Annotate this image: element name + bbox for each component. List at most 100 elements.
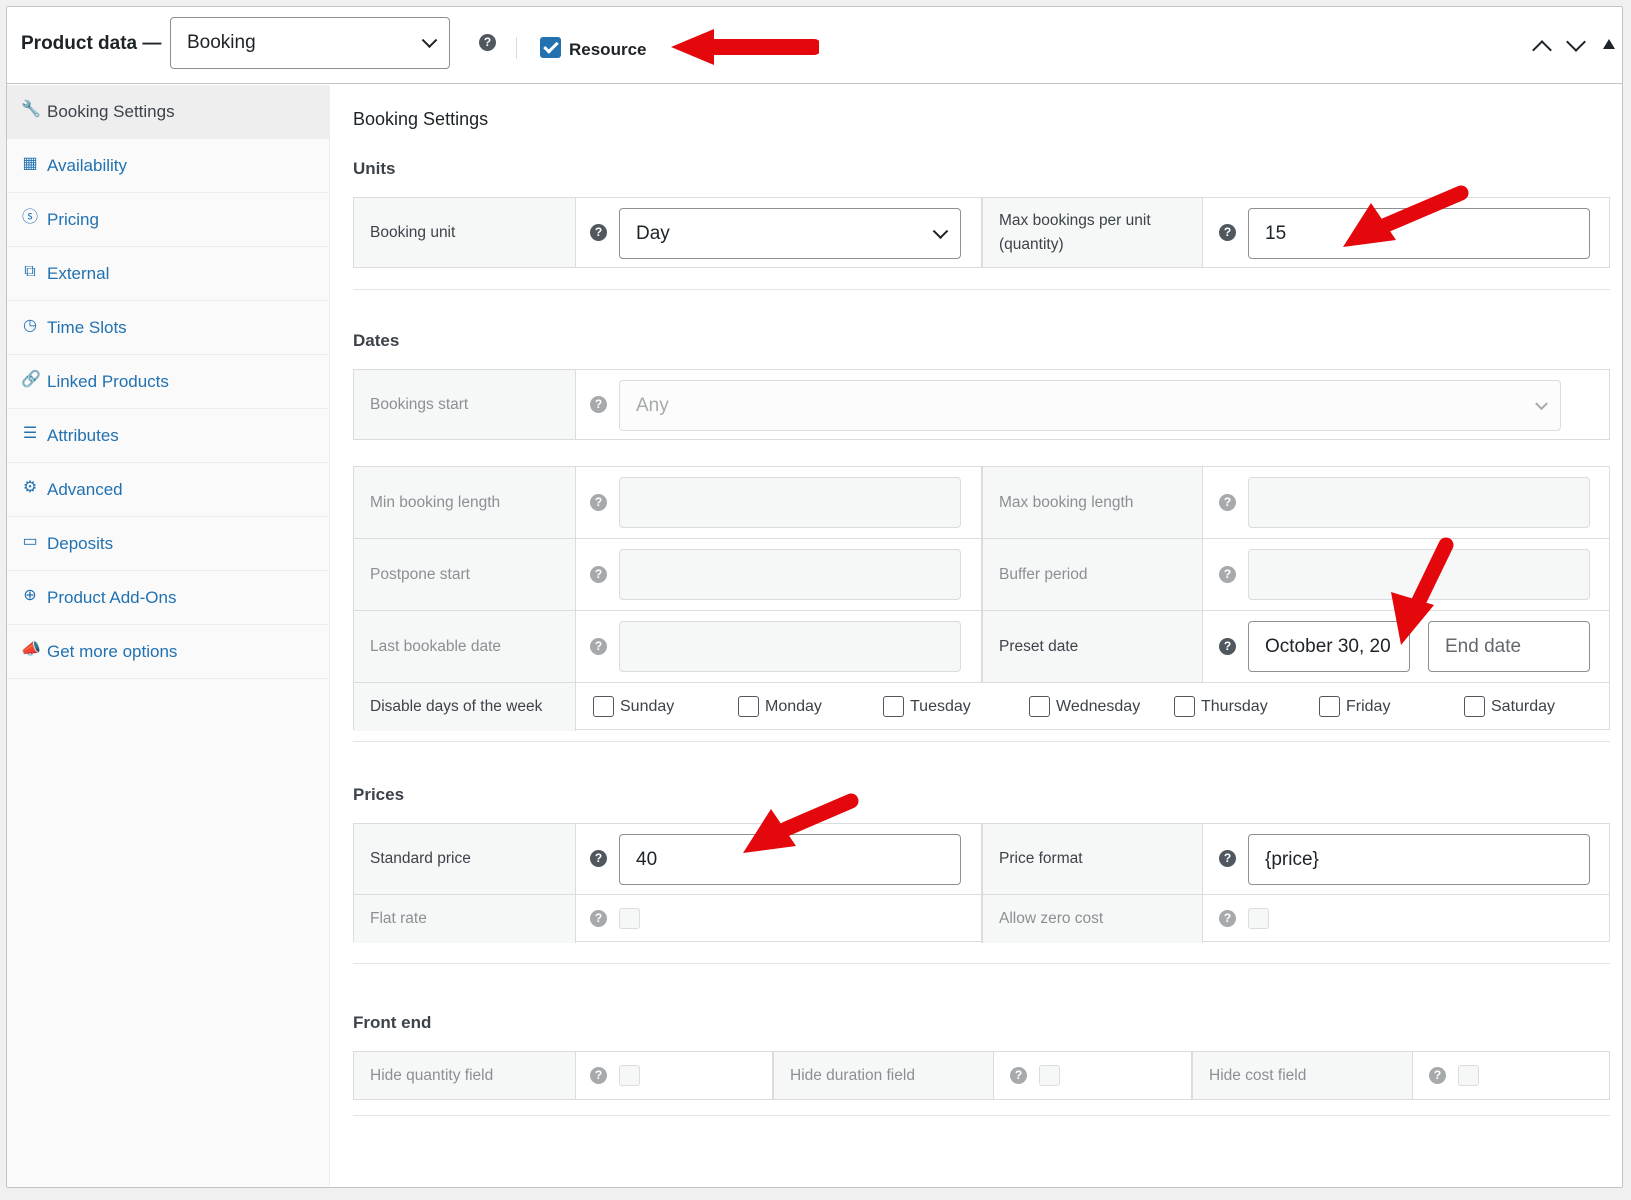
- help-icon[interactable]: ?: [1219, 638, 1236, 655]
- sidebar-item-get-more-options[interactable]: 📣 Get more options: [7, 625, 330, 679]
- hide-quantity-checkbox[interactable]: [619, 1065, 640, 1086]
- help-icon[interactable]: ?: [1429, 1067, 1446, 1084]
- preset-date-label: Preset date: [981, 611, 1203, 682]
- sidebar-item-time-slots[interactable]: ◷ Time Slots: [7, 301, 330, 355]
- resource-checkbox[interactable]: [540, 37, 561, 58]
- bookings-start-grid: Bookings start ? Any: [353, 369, 1610, 440]
- booking-settings-panel: Booking Settings Units Booking unit ? Da…: [331, 85, 1622, 1187]
- sunday-checkbox[interactable]: [593, 696, 614, 717]
- bookings-start-select[interactable]: Any: [619, 380, 1561, 431]
- section-divider: [353, 289, 1610, 290]
- sidebar-item-deposits[interactable]: ▭ Deposits: [7, 517, 330, 571]
- sidebar-item-label: Get more options: [47, 642, 178, 661]
- gear-icon: ⚙: [22, 479, 38, 496]
- sidebar-item-label: Pricing: [47, 210, 99, 229]
- saturday-checkbox[interactable]: [1464, 696, 1485, 717]
- sidebar-item-attributes[interactable]: ☰ Attributes: [7, 409, 330, 463]
- sidebar-item-product-add-ons[interactable]: ⊕ Product Add-Ons: [7, 571, 330, 625]
- help-icon[interactable]: ?: [590, 494, 607, 511]
- sidebar-item-pricing[interactable]: ⓢ Pricing: [7, 193, 330, 247]
- sidebar-item-label: Availability: [47, 156, 128, 175]
- max-booking-length-input[interactable]: [1248, 477, 1590, 528]
- flat-rate-label: Flat rate: [354, 895, 576, 943]
- saturday-label: Saturday: [1491, 698, 1556, 715]
- max-booking-length-label: Max booking length: [981, 467, 1203, 538]
- units-heading: Units: [353, 159, 396, 178]
- thursday-label: Thursday: [1201, 698, 1268, 715]
- move-down-icon[interactable]: [1566, 32, 1586, 52]
- monday-checkbox[interactable]: [738, 696, 759, 717]
- help-icon[interactable]: ?: [590, 1067, 607, 1084]
- product-data-title: Product data —: [21, 33, 162, 54]
- help-icon[interactable]: ?: [1219, 566, 1236, 583]
- help-icon[interactable]: ?: [1010, 1067, 1027, 1084]
- annotation-arrow: [743, 793, 859, 853]
- section-divider: [353, 1115, 1610, 1116]
- bookings-start-label: Bookings start: [354, 370, 576, 439]
- postpone-start-label: Postpone start: [354, 539, 576, 610]
- sidebar-item-label: External: [47, 264, 110, 283]
- hide-duration-checkbox[interactable]: [1039, 1065, 1060, 1086]
- help-icon[interactable]: ?: [590, 566, 607, 583]
- help-icon[interactable]: ?: [590, 638, 607, 655]
- help-icon[interactable]: ?: [479, 34, 496, 51]
- product-type-select[interactable]: Booking: [170, 17, 450, 69]
- prices-heading: Prices: [353, 785, 405, 804]
- tuesday-label: Tuesday: [910, 698, 971, 715]
- sidebar-item-external[interactable]: ⧉ External: [7, 247, 330, 301]
- booking-unit-select[interactable]: Day: [619, 208, 961, 259]
- plus-circle-icon: ⊕: [23, 587, 37, 604]
- resource-label: Resource: [569, 40, 647, 59]
- hide-cost-checkbox[interactable]: [1458, 1065, 1479, 1086]
- flat-zero-row: Flat rate ? Allow zero cost ?: [354, 895, 1609, 943]
- front-end-heading: Front end: [353, 1013, 432, 1032]
- tuesday-checkbox[interactable]: [883, 696, 904, 717]
- sidebar-item-label: Product Add-Ons: [47, 588, 177, 607]
- max-bookings-label: Max bookings per unit (quantity): [981, 198, 1203, 267]
- sunday-label: Sunday: [620, 698, 675, 715]
- header-divider: [516, 37, 517, 59]
- max-bookings-label-line1: Max bookings per unit: [999, 211, 1151, 229]
- sidebar-item-availability[interactable]: ▦ Availability: [7, 139, 330, 193]
- postpone-start-input[interactable]: [619, 549, 961, 600]
- calendar-icon: ▦: [22, 155, 38, 172]
- chevron-down-icon: [1535, 396, 1548, 410]
- product-data-tabs: 🔧 Booking Settings ▦ Availability ⓢ Pric…: [7, 85, 330, 1187]
- price-format-input[interactable]: {price}: [1248, 834, 1590, 885]
- min-booking-length-input[interactable]: [619, 477, 961, 528]
- list-icon: ☰: [22, 425, 38, 442]
- prices-grid: Standard price ? 40 Price format ? {pric…: [353, 823, 1610, 943]
- flat-rate-checkbox[interactable]: [619, 908, 640, 929]
- help-icon[interactable]: ?: [590, 850, 607, 867]
- sidebar-item-booking-settings[interactable]: 🔧 Booking Settings: [7, 85, 330, 139]
- chevron-down-icon: [932, 222, 949, 239]
- dollar-icon: ⓢ: [21, 209, 38, 226]
- page-title: Booking Settings: [353, 109, 489, 129]
- chevron-down-icon: [421, 32, 438, 49]
- friday-checkbox[interactable]: [1319, 696, 1340, 717]
- booking-unit-label: Booking unit: [354, 198, 576, 267]
- sidebar-item-linked-products[interactable]: 🔗 Linked Products: [7, 355, 330, 409]
- help-icon[interactable]: ?: [590, 224, 607, 241]
- last-bookable-date-input[interactable]: [619, 621, 961, 672]
- help-icon[interactable]: ?: [1219, 850, 1236, 867]
- sidebar-item-label: Booking Settings: [47, 102, 175, 121]
- price-format-label: Price format: [981, 824, 1203, 894]
- sidebar-item-advanced[interactable]: ⚙ Advanced: [7, 463, 330, 517]
- help-icon[interactable]: ?: [1219, 224, 1236, 241]
- wednesday-label: Wednesday: [1056, 698, 1141, 715]
- wednesday-checkbox[interactable]: [1029, 696, 1050, 717]
- help-icon[interactable]: ?: [590, 910, 607, 927]
- thursday-checkbox[interactable]: [1174, 696, 1195, 717]
- help-icon[interactable]: ?: [590, 396, 607, 413]
- sidebar-item-label: Time Slots: [47, 318, 127, 337]
- product-data-header: Product data — Booking ? Resource: [7, 7, 1622, 84]
- move-up-icon[interactable]: [1532, 40, 1552, 60]
- collapse-toggle-icon[interactable]: [1603, 39, 1615, 49]
- link-icon: 🔗: [21, 371, 41, 388]
- allow-zero-cost-checkbox[interactable]: [1248, 908, 1269, 929]
- help-icon[interactable]: ?: [1219, 910, 1236, 927]
- help-icon[interactable]: ?: [1219, 494, 1236, 511]
- booking-unit-value: Day: [636, 222, 670, 244]
- wrench-icon: 🔧: [21, 101, 41, 118]
